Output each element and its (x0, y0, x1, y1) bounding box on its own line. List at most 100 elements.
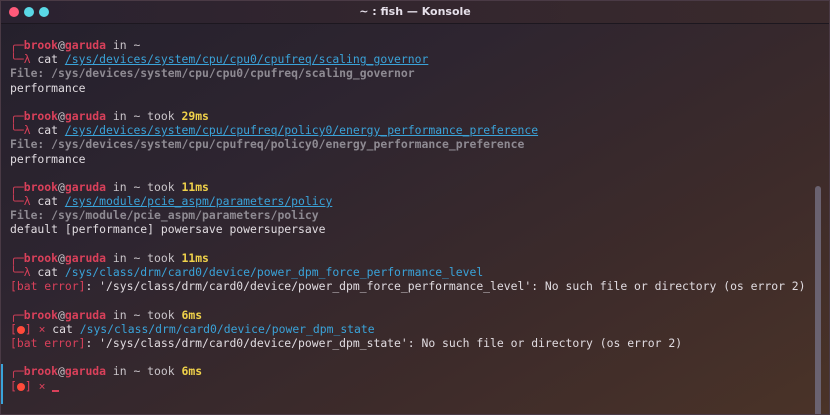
bat-error-tag: [bat error] (10, 279, 86, 294)
title-bar[interactable]: ~ : fish — Konsole (1, 1, 829, 24)
window-title: ~ : fish — Konsole (359, 5, 471, 18)
file-header: File: /sys/devices/system/cpu/cpu0/cpufr… (10, 66, 415, 81)
scrollbar[interactable] (815, 31, 821, 414)
prompt-user: brook (23, 250, 59, 265)
command-line: [] × cat /sys/class/drm/card0/device/pow… (10, 322, 809, 336)
command-path: /sys/module/pcie_aspm/parameters/policy (64, 194, 333, 209)
prompt-duration: 29ms (181, 108, 209, 123)
prompt-host: garuda (64, 38, 107, 52)
exit-status-close: ] (24, 378, 39, 393)
output-line: File: /sys/devices/system/cpu/cpu0/cpufr… (10, 66, 809, 80)
error-message: : '/sys/class/drm/card0/device/power_dpm… (85, 335, 683, 350)
prompt-line: ╭─brook@garuda in ~ took 29ms (10, 109, 809, 123)
output-line: File: /sys/module/pcie_aspm/parameters/p… (10, 208, 809, 222)
prompt-corner: ╭─ (10, 364, 24, 379)
terminal-output[interactable]: ╭─brook@garuda in ~ ╰─λ cat /sys/devices/… (10, 38, 809, 408)
prompt-duration: 6ms (181, 307, 203, 322)
prompt-host: garuda (64, 179, 107, 194)
prompt-corner: ╭─ (10, 307, 24, 322)
command-name: cat (30, 52, 65, 67)
prompt-corner: ╰─ (10, 194, 24, 209)
prompt-corner: ╭─ (10, 108, 24, 123)
prompt-at: @ (58, 250, 65, 265)
prompt-at: @ (58, 307, 65, 322)
command-name: cat (30, 123, 65, 138)
prompt-corner: ╰─ (10, 265, 24, 279)
prompt-in: in (106, 364, 134, 379)
command-name: cat (30, 265, 65, 279)
prompt-at: @ (58, 364, 65, 379)
file-header: File: /sys/devices/system/cpu/cpufreq/po… (10, 137, 525, 152)
command-name: cat (45, 321, 80, 336)
prompt-at: @ (58, 38, 65, 52)
scrollbar-thumb[interactable] (815, 186, 821, 414)
exit-status-close: ] (24, 321, 39, 336)
text-cursor (52, 380, 60, 392)
prompt-in: in (106, 108, 134, 123)
output-text: default [performance] powersave powersup… (10, 222, 326, 237)
prompt-corner: ╭─ (10, 179, 24, 194)
command-line: ╰─λ cat /sys/devices/system/cpu/cpufreq/… (10, 123, 809, 137)
prompt-corner: ╭─ (10, 250, 24, 265)
error-x-icon: × (38, 378, 53, 393)
konsole-window: ~ : fish — Konsole ╭─brook@garuda in ~ ╰─… (0, 0, 830, 415)
active-line-marker (1, 364, 3, 404)
prompt-host: garuda (64, 108, 107, 123)
prompt-took: took (140, 307, 182, 322)
prompt-host: garuda (64, 364, 107, 379)
output-text: performance (10, 80, 86, 95)
prompt-user: brook (23, 38, 59, 52)
output-text: performance (10, 151, 86, 166)
prompt-user: brook (23, 108, 59, 123)
prompt-line: ╭─brook@garuda in ~ took 6ms (10, 308, 809, 322)
prompt-dir: ~ (133, 38, 141, 52)
prompt-at: @ (58, 108, 65, 123)
output-line: default [performance] powersave powersup… (10, 222, 809, 236)
prompt-in: in (106, 179, 134, 194)
command-path: /sys/class/drm/card0/device/power_dpm_st… (79, 321, 375, 336)
prompt-duration: 11ms (181, 250, 209, 265)
prompt-in: in (106, 250, 134, 265)
file-header: File: /sys/module/pcie_aspm/parameters/p… (10, 208, 319, 223)
prompt-took: took (140, 364, 182, 379)
prompt-line: ╭─brook@garuda in ~ took 11ms (10, 180, 809, 194)
error-dot-icon (16, 382, 25, 391)
input-line[interactable]: [] × (10, 379, 809, 393)
bat-error-tag: [bat error] (10, 335, 86, 350)
prompt-lambda-icon: λ (23, 52, 31, 67)
exit-status-open: [ (10, 321, 17, 336)
output-line: File: /sys/devices/system/cpu/cpufreq/po… (10, 137, 809, 151)
prompt-line: ╭─brook@garuda in ~ (10, 38, 809, 52)
prompt-user: brook (23, 364, 59, 379)
command-path: /sys/devices/system/cpu/cpu0/cpufreq/sca… (64, 52, 429, 67)
prompt-duration: 11ms (181, 179, 209, 194)
output-line: performance (10, 152, 809, 166)
prompt-corner: ╰─ (10, 123, 24, 138)
prompt-host: garuda (64, 307, 107, 322)
prompt-corner: ╰─ (10, 52, 24, 67)
output-line: performance (10, 81, 809, 95)
command-line: ╰─λ cat /sys/module/pcie_aspm/parameters… (10, 194, 809, 208)
prompt-in: in (106, 307, 134, 322)
prompt-took: took (140, 108, 182, 123)
output-line: [bat error]: '/sys/class/drm/card0/devic… (10, 336, 809, 350)
prompt-lambda-icon: λ (23, 123, 31, 138)
prompt-host: garuda (64, 250, 107, 265)
prompt-duration: 6ms (181, 364, 203, 379)
prompt-line: ╭─brook@garuda in ~ took 6ms (10, 364, 809, 378)
prompt-took: took (140, 179, 182, 194)
prompt-lambda-icon: λ (23, 194, 31, 209)
prompt-lambda-icon: λ (23, 265, 31, 279)
output-line: [bat error]: '/sys/class/drm/card0/devic… (10, 279, 809, 293)
prompt-in: in (106, 38, 134, 52)
prompt-line: ╭─brook@garuda in ~ took 11ms (10, 251, 809, 265)
prompt-corner: ╭─ (10, 38, 24, 52)
error-message: : '/sys/class/drm/card0/device/power_dpm… (85, 279, 806, 294)
prompt-took: took (140, 250, 182, 265)
prompt-at: @ (58, 179, 65, 194)
